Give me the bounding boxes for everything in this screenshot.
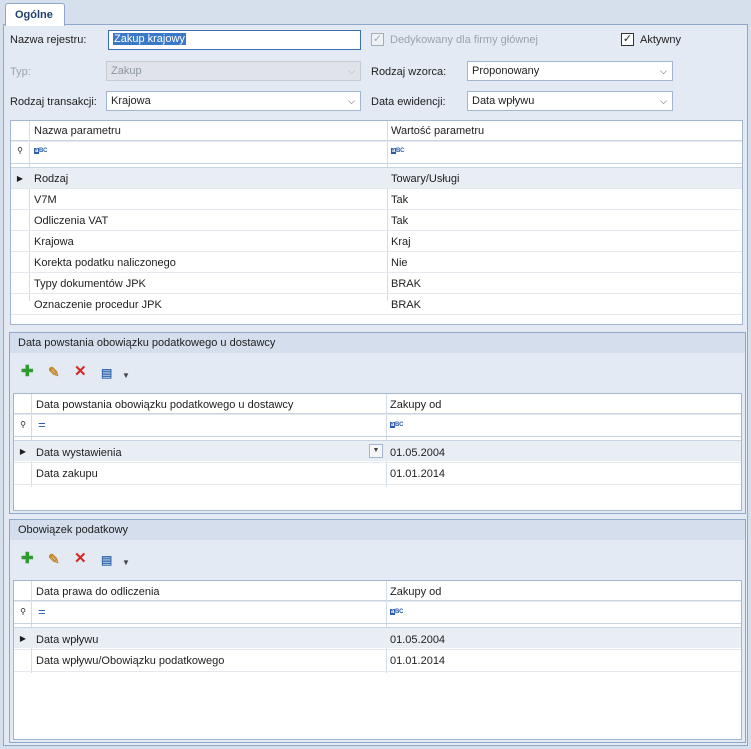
export-icon[interactable]: ▤ [101, 365, 112, 381]
column-header-data-prawa[interactable]: Data prawa do odliczenia [36, 586, 160, 598]
param-name[interactable]: Typy dokumentów JPK [34, 278, 146, 290]
delete-icon[interactable]: ✕ [74, 551, 87, 567]
group-title: Obowiązek podatkowy [10, 520, 745, 540]
check-icon: ✓ [372, 33, 383, 45]
equals-filter-icon[interactable]: = [38, 605, 46, 618]
delete-icon[interactable]: ✕ [74, 364, 87, 380]
export-icon[interactable]: ▤ [101, 552, 112, 568]
chevron-down-icon: ⌵ [660, 96, 667, 106]
param-name: Rodzaj [34, 173, 69, 185]
edit-icon[interactable]: ✎ [48, 551, 60, 567]
rodzaj-transakcji-label: Rodzaj transakcji: [10, 96, 97, 108]
param-value[interactable]: Nie [391, 257, 408, 269]
chevron-down-icon: ⌵ [348, 66, 355, 76]
nazwa-rejestru-input[interactable]: Zakup krajowy [108, 30, 361, 50]
rodzaj-wzorca-combo[interactable]: Proponowany ⌵ [467, 61, 673, 81]
chevron-down-icon[interactable]: ▼ [369, 444, 383, 458]
group-data-powstania-obowiazku: Data powstania obowiązku podatkowego u d… [9, 332, 746, 514]
nazwa-rejestru-label: Nazwa rejestru: [10, 34, 87, 46]
group2-grid: Data prawa do odliczenia Zakupy od ⚲ = a… [13, 580, 742, 740]
typ-value: Zakup [111, 65, 142, 77]
rodzaj-transakcji-combo[interactable]: Krajowa ⌵ [106, 91, 361, 111]
dedykowany-label: Dedykowany dla firmy głównej [390, 34, 538, 46]
group-obowiazek-podatkowy: Obowiązek podatkowy ✚ ✎ ✕ ▤ ▼ Data prawa… [9, 519, 746, 743]
filter-pin-icon: ⚲ [17, 146, 23, 155]
rodzaj-transakcji-value: Krajowa [111, 95, 151, 107]
abc-filter-icon[interactable]: aBC [34, 148, 47, 154]
column-header-zakupy-od[interactable]: Zakupy od [390, 399, 441, 411]
chevron-down-icon[interactable]: ▼ [122, 555, 130, 571]
column-header-wartosc-parametru[interactable]: Wartość parametru [391, 125, 484, 137]
row-name: Data wpływu [36, 634, 99, 646]
row-value[interactable]: 01.01.2014 [390, 655, 445, 667]
equals-filter-icon[interactable]: = [38, 418, 46, 431]
chevron-down-icon[interactable]: ▼ [122, 368, 130, 384]
param-name[interactable]: V7M [34, 194, 57, 206]
row-value: 01.05.2004 [390, 634, 446, 646]
row-indicator-icon: ▶ [19, 447, 27, 456]
param-name[interactable]: Odliczenia VAT [34, 215, 108, 227]
data-ewidencji-combo[interactable]: Data wpływu ⌵ [467, 91, 673, 111]
row-value[interactable]: 01.01.2014 [390, 468, 445, 480]
abc-filter-icon[interactable]: aBC [390, 422, 403, 428]
group1-grid: Data powstania obowiązku podatkowego u d… [13, 393, 742, 511]
main-panel: Nazwa rejestru: Zakup krajowy ✓ Dedykowa… [3, 24, 748, 746]
param-value[interactable]: Tak [391, 194, 408, 206]
row-name[interactable]: Data zakupu [36, 468, 98, 480]
column-header-data-powstania[interactable]: Data powstania obowiązku podatkowego u d… [36, 399, 293, 411]
rodzaj-wzorca-label: Rodzaj wzorca: [371, 66, 447, 78]
param-value[interactable]: BRAK [391, 299, 421, 311]
filter-pin-icon: ⚲ [20, 420, 26, 429]
table-row-selected[interactable] [11, 168, 742, 188]
aktywny-label: Aktywny [640, 34, 681, 46]
param-name[interactable]: Krajowa [34, 236, 74, 248]
filter-pin-icon: ⚲ [20, 607, 26, 616]
typ-label: Typ: [10, 66, 31, 78]
nazwa-rejestru-value: Zakup krajowy [113, 33, 186, 45]
param-name[interactable]: Korekta podatku naliczonego [34, 257, 176, 269]
column-header-zakupy-od[interactable]: Zakupy od [390, 586, 441, 598]
data-ewidencji-value: Data wpływu [472, 95, 535, 107]
aktywny-checkbox[interactable]: ✓ [621, 33, 634, 46]
param-value: Towary/Usługi [391, 173, 460, 185]
param-name[interactable]: Oznaczenie procedur JPK [34, 299, 162, 311]
param-value[interactable]: Tak [391, 215, 408, 227]
chevron-down-icon: ⌵ [660, 66, 667, 76]
abc-filter-icon[interactable]: aBC [391, 148, 404, 154]
row-indicator-icon: ▶ [16, 174, 24, 183]
row-indicator-icon: ▶ [19, 634, 27, 643]
row-name: Data wystawienia [36, 447, 122, 459]
table-row-selected[interactable] [14, 628, 741, 648]
param-value[interactable]: BRAK [391, 278, 421, 290]
param-value[interactable]: Kraj [391, 236, 411, 248]
row-value: 01.05.2004 [390, 447, 446, 459]
row-name[interactable]: Data wpływu/Obowiązku podatkowego [36, 655, 224, 667]
abc-filter-icon[interactable]: aBC [390, 609, 403, 615]
add-icon[interactable]: ✚ [21, 551, 34, 567]
typ-combo: Zakup ⌵ [106, 61, 361, 81]
chevron-down-icon: ⌵ [348, 96, 355, 106]
add-icon[interactable]: ✚ [21, 364, 34, 380]
data-ewidencji-label: Data ewidencji: [371, 96, 446, 108]
dedykowany-checkbox[interactable]: ✓ [371, 33, 384, 46]
parameters-grid: Nazwa parametru Wartość parametru ⚲ aBC … [10, 120, 743, 325]
column-header-nazwa-parametru[interactable]: Nazwa parametru [34, 125, 121, 137]
tab-ogolne[interactable]: Ogólne [5, 3, 65, 26]
rodzaj-wzorca-value: Proponowany [472, 65, 540, 77]
check-icon: ✓ [622, 33, 633, 45]
group-title: Data powstania obowiązku podatkowego u d… [10, 333, 745, 353]
edit-icon[interactable]: ✎ [48, 364, 60, 380]
